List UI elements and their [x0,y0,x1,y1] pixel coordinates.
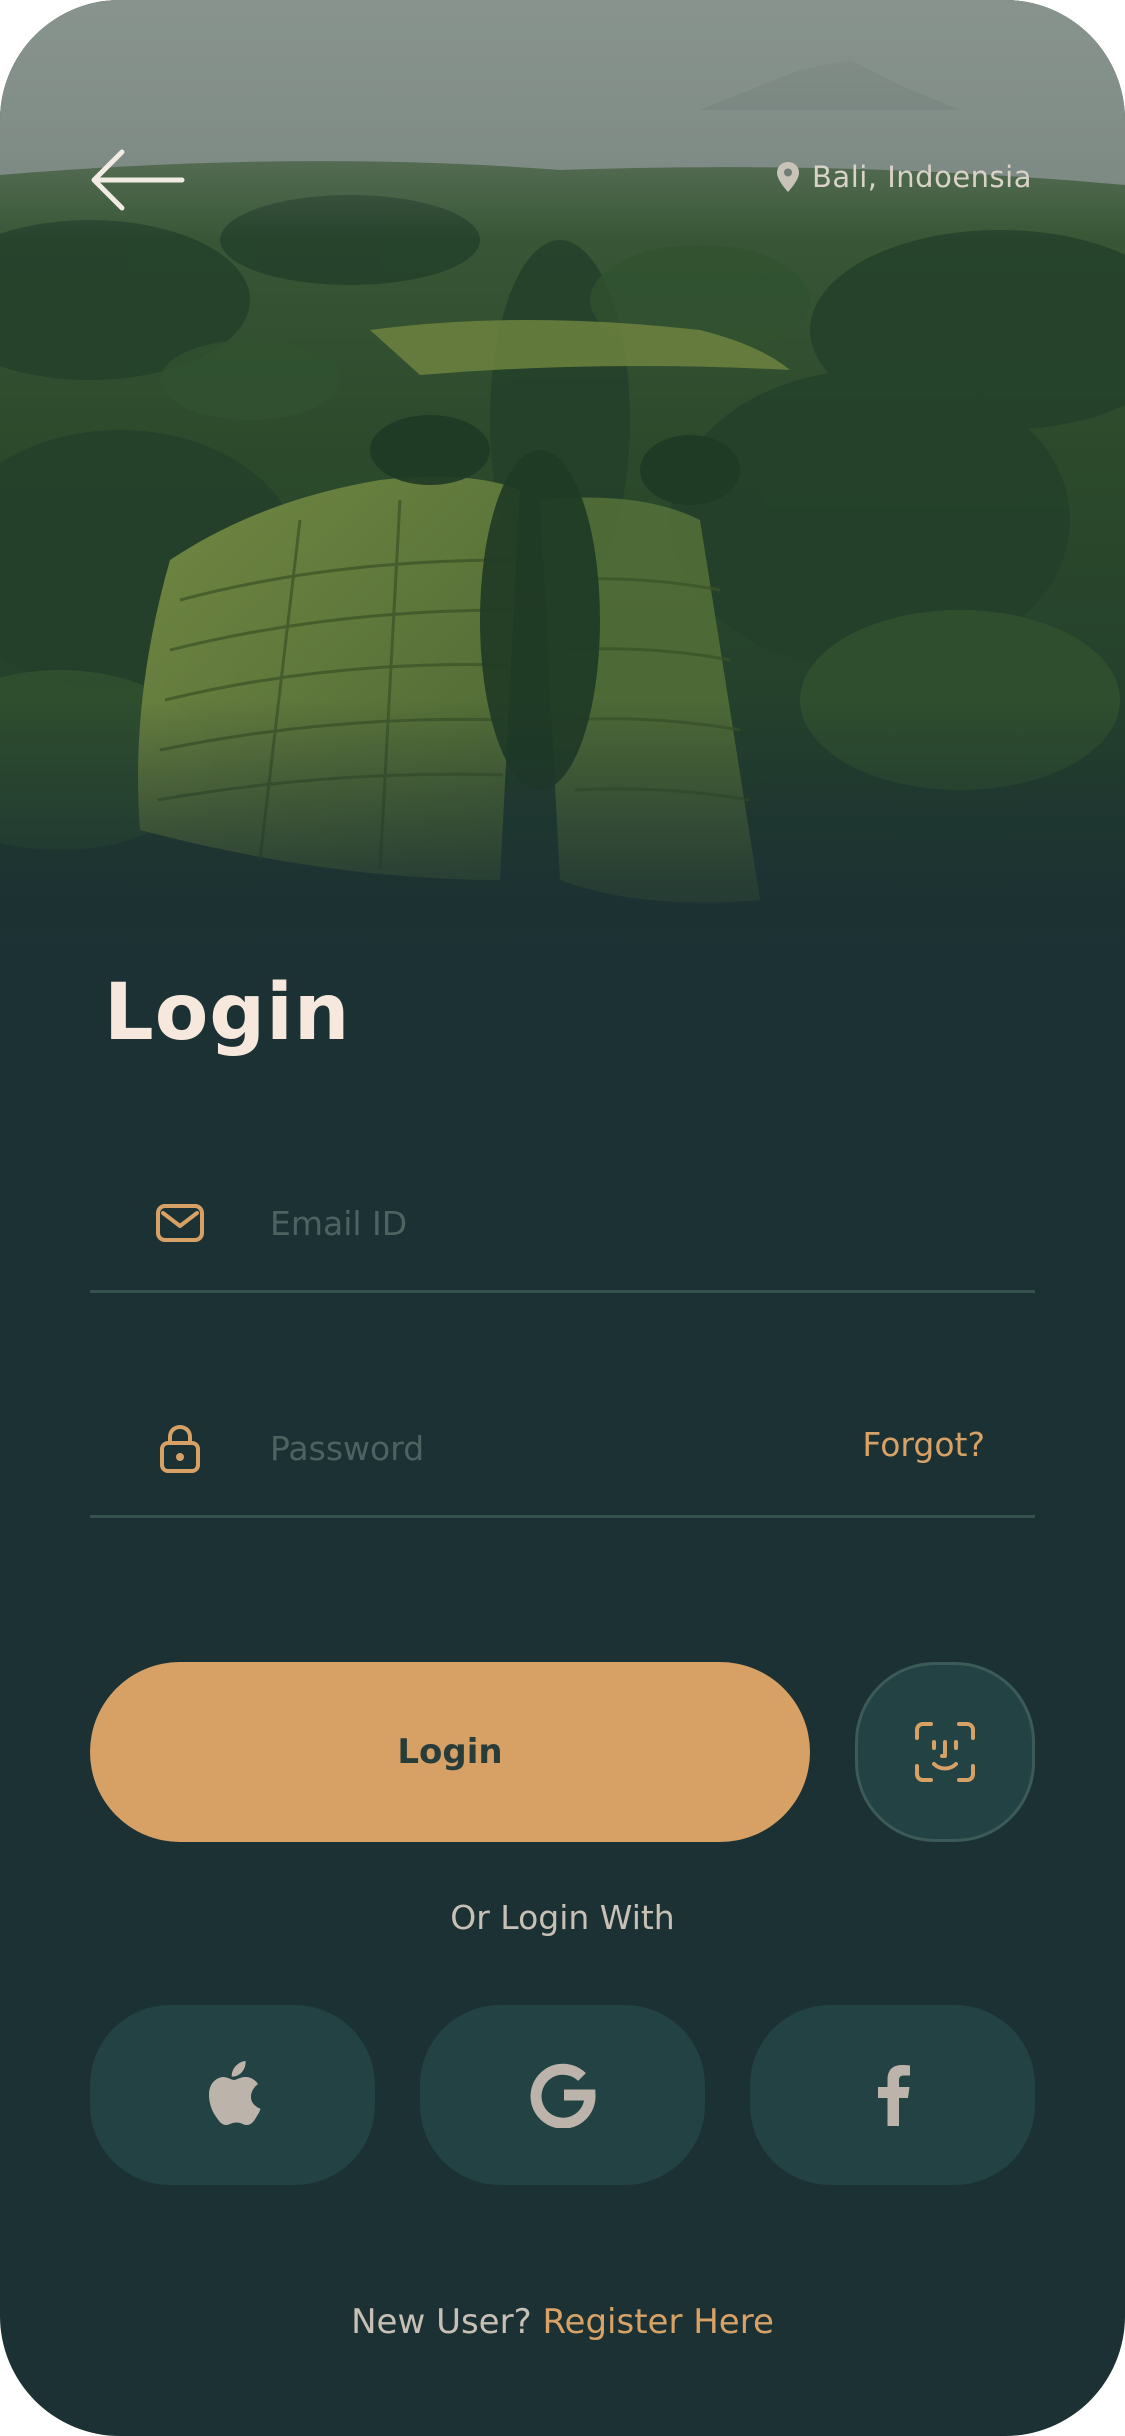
location-text: Bali, Indoensia [812,160,1032,194]
email-field [90,1170,1035,1293]
forgot-password-link[interactable]: Forgot? [862,1425,985,1464]
facebook-icon [877,2065,910,2126]
back-button[interactable] [90,148,185,212]
login-button[interactable]: Login [90,1662,810,1842]
register-prompt: New User? Register Here [0,2302,1125,2342]
apple-login-button[interactable] [90,2005,375,2185]
page-title: Login [104,968,351,1058]
google-icon [530,2063,596,2128]
apple-icon [208,2061,260,2125]
lock-icon [160,1424,200,1473]
face-id-button[interactable] [855,1662,1035,1842]
email-input[interactable] [270,1184,830,1262]
location-label: Bali, Indoensia [776,160,1032,194]
face-id-icon [915,1722,975,1782]
password-input[interactable] [270,1409,830,1487]
login-screen: Bali, Indoensia Login Forgot? Login [0,0,1125,2436]
arrow-left-icon [91,149,185,211]
mail-icon [156,1204,204,1242]
facebook-login-button[interactable] [750,2005,1035,2185]
google-login-button[interactable] [420,2005,705,2185]
register-link[interactable]: Register Here [542,2302,773,2342]
or-login-with-label: Or Login With [450,1898,675,1937]
map-pin-icon [777,162,800,192]
password-field: Forgot? [90,1395,1035,1518]
new-user-text: New User? [351,2302,532,2342]
